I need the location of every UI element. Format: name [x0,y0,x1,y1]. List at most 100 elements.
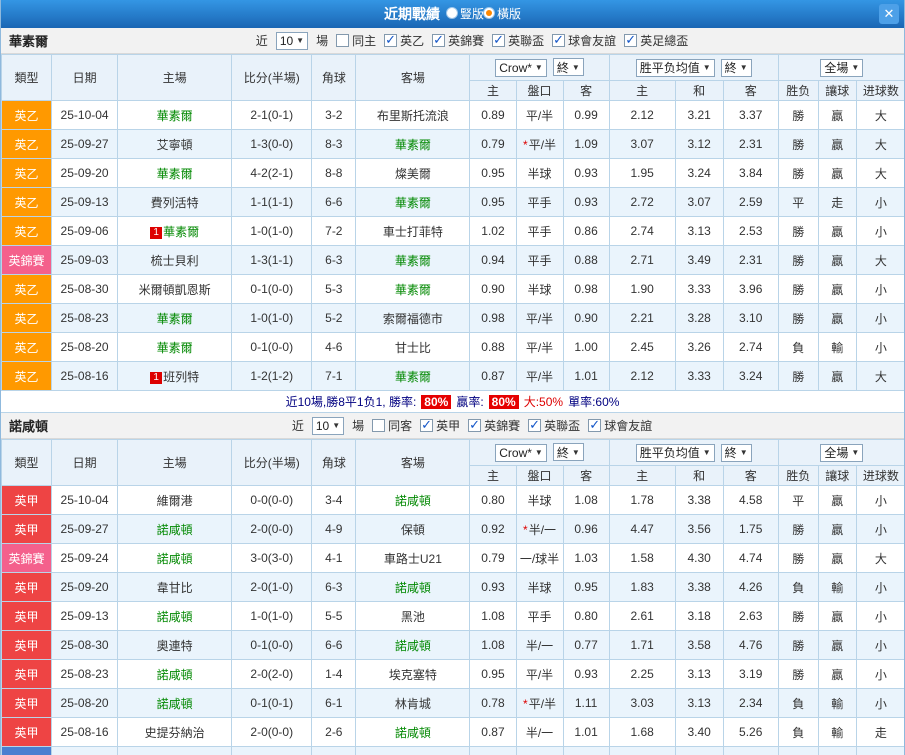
competition-filter[interactable]: 英足總盃 [624,32,688,49]
home-team[interactable]: 米爾頓凱恩斯 [139,283,211,297]
home-team[interactable]: 韋甘比 [157,581,193,595]
home-team[interactable]: 華素爾 [157,167,193,181]
competition-filter[interactable]: 英甲 [420,417,460,434]
home-team[interactable]: 艾寧頓 [157,138,193,152]
away-team[interactable]: 車路士U21 [384,552,442,566]
away-team-cell: 修咸頓 [355,746,471,755]
away-team[interactable]: 諾咸頓 [395,639,431,653]
result-scope-select[interactable]: 全場 ▼ [820,58,864,77]
home-team-cell: 華素爾 [117,303,233,333]
away-team[interactable]: 燦美爾 [395,167,431,181]
away-team[interactable]: 埃克塞特 [389,668,437,682]
away-team[interactable]: 華素爾 [395,196,431,210]
away-team[interactable]: 華素爾 [395,254,431,268]
table-header-row: 類型 日期 主場 比分(半場) 角球 客場 Crow* ▼ 終 ▼ 胜平负均值 ▼ 終 ▼ 全場 ▼ [1,439,904,486]
checkbox-icon [420,417,434,433]
team-name: 華素爾 [9,34,49,49]
subheader-8: 进球数 [855,80,904,101]
euro-away-odds: 3.37 [722,100,779,130]
home-team-cell: 諾咸頓 [117,746,233,755]
recent-count-select[interactable]: 10 ▼ [275,31,309,50]
away-team[interactable]: 布里斯托流浪 [377,109,449,123]
competition-filter[interactable]: 英聯盃 [528,417,580,434]
away-team[interactable]: 林肯城 [395,697,431,711]
away-team[interactable]: 甘士比 [395,341,431,355]
competition-filter[interactable]: 球會友誼 [588,417,652,434]
corner-score: 6-3 [311,572,357,602]
layout-radio-vertical[interactable]: 豎版 [446,5,484,22]
home-team[interactable]: 諾咸頓 [157,697,193,711]
asian-home-odds: 1.08 [469,601,517,631]
away-team[interactable]: 華素爾 [395,370,431,384]
europe-final-select[interactable]: 終 ▼ [720,443,752,462]
result-handicap: 走 [817,187,857,217]
home-team[interactable]: 諾咸頓 [157,523,193,537]
bookmaker-select[interactable]: Crow* ▼ [495,443,547,462]
match-date: 25-08-23 [51,659,119,689]
home-team[interactable]: 諾咸頓 [157,610,193,624]
competition-filter[interactable]: 英錦賽 [432,32,484,49]
euro-away-odds: 4.58 [722,485,779,515]
recent-count-select[interactable]: 10 ▼ [311,416,345,435]
competition-filter[interactable]: 英錦賽 [468,417,520,434]
home-team-cell: 諾咸頓 [117,543,233,573]
subheader-0: 主 [469,465,517,486]
home-team[interactable]: 諾咸頓 [157,552,193,566]
asian-final-select[interactable]: 終 ▼ [552,58,584,77]
europe-odds-select[interactable]: 胜平负均值 ▼ [635,58,715,77]
layout-radio-horizontal[interactable]: 橫版 [484,5,521,22]
away-team[interactable]: 車士打菲特 [383,225,443,239]
euro-home-odds: 1.71 [608,630,676,660]
competition-filter[interactable]: 英聯盃 [492,32,544,49]
home-team[interactable]: 梳士貝利 [151,254,199,268]
corner-col-header: 角球 [311,439,357,486]
competition-filter[interactable]: 英乙 [384,32,424,49]
result-outcome: 勝 [777,158,819,188]
competition-filter[interactable]: 同主 [336,32,376,49]
home-team[interactable]: 維爾港 [157,494,193,508]
asian-away-odds: 0.90 [562,303,610,333]
away-team[interactable]: 華素爾 [395,283,431,297]
result-overunder: 小 [855,572,904,602]
europe-odds-select[interactable]: 胜平负均值 ▼ [635,443,715,462]
subheader-1: 盤口 [515,80,564,101]
dropdown-value: 10 [315,418,330,433]
europe-final-select[interactable]: 終 ▼ [720,58,752,77]
home-team[interactable]: 華素爾 [157,341,193,355]
away-team[interactable]: 索爾福德市 [383,312,443,326]
away-team-cell: 林肯城 [355,688,471,718]
home-team[interactable]: 諾咸頓 [157,668,193,682]
rank-badge: 1 [150,226,163,239]
home-team-cell: 史提芬納治 [117,717,233,747]
competition-filter[interactable]: 球會友誼 [552,32,616,49]
away-team-cell: 諾咸頓 [355,630,471,660]
away-team[interactable]: 諾咸頓 [395,581,431,595]
home-team[interactable]: 華素爾 [163,225,199,239]
result-outcome: 負 [777,332,819,362]
home-team[interactable]: 華素爾 [157,109,193,123]
away-team[interactable]: 諾咸頓 [395,726,431,740]
result-outcome: 負 [777,688,819,718]
home-team[interactable]: 奧連特 [157,639,193,653]
match-date: 25-08-16 [51,361,119,391]
home-team[interactable]: 史提芬納治 [145,726,205,740]
asian-final-select[interactable]: 終 ▼ [552,443,584,462]
asian-handicap-line: 平/半 [515,332,564,362]
away-team[interactable]: 諾咸頓 [395,494,431,508]
asian-home-odds: 0.93 [469,572,517,602]
result-scope-select[interactable]: 全場 ▼ [820,443,864,462]
away-team[interactable]: 華素爾 [395,138,431,152]
away-team[interactable]: 黑池 [401,610,425,624]
home-team[interactable]: 班列特 [163,370,199,384]
checkbox-icon [492,32,506,48]
competition-filter[interactable]: 同客 [372,417,412,434]
corner-score: 5-3 [311,274,357,304]
away-team[interactable]: 保頓 [401,523,425,537]
close-button[interactable]: ✕ [879,4,899,24]
away-team-cell: 保頓 [355,514,471,544]
bookmaker-select[interactable]: Crow* ▼ [495,58,547,77]
result-overunder: 小 [855,659,904,689]
score-col-header: 比分(半場) [231,439,313,486]
home-team[interactable]: 費列活特 [151,196,199,210]
home-team[interactable]: 華素爾 [157,312,193,326]
